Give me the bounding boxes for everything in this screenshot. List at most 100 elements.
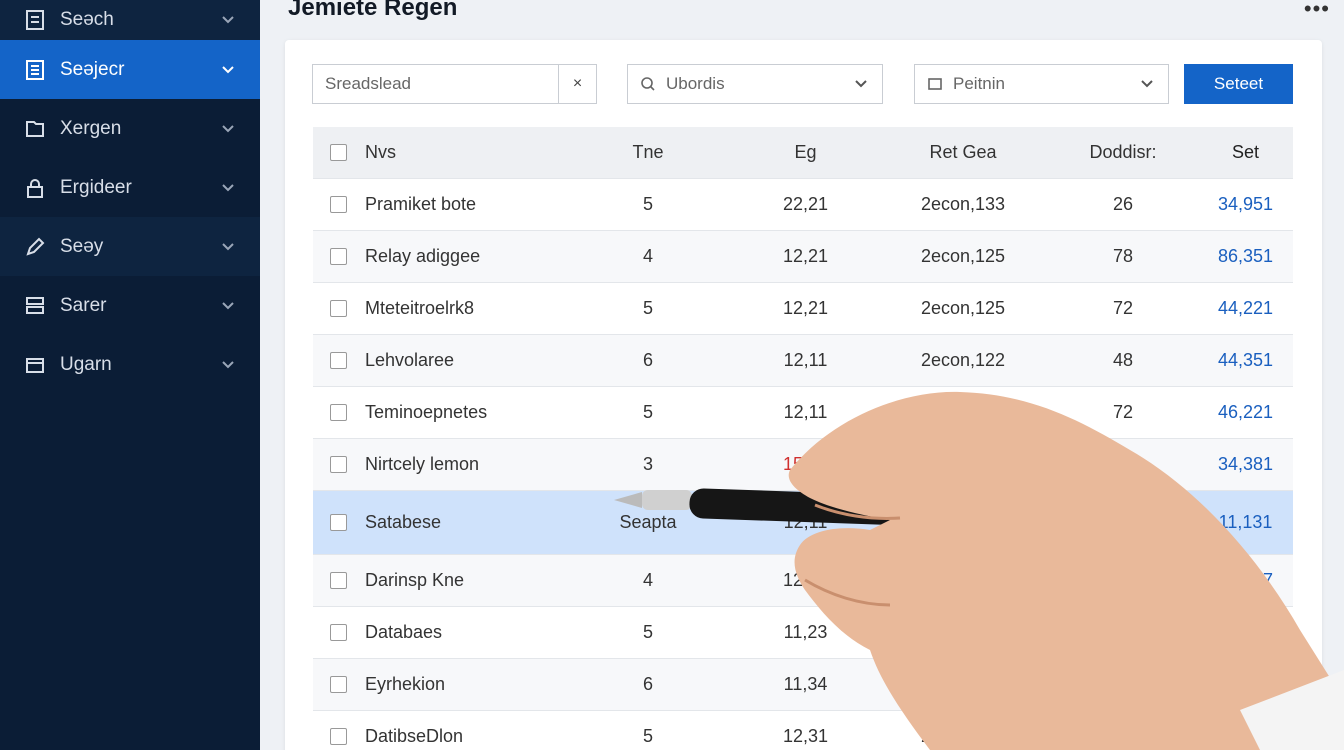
chevron-down-icon bbox=[218, 10, 238, 30]
sidebar-item-label: Ergideer bbox=[60, 176, 132, 198]
search-icon bbox=[640, 75, 658, 93]
table-cell: 4 bbox=[642, 246, 653, 266]
search-input[interactable]: Sreadslead bbox=[313, 74, 558, 94]
table-row[interactable]: Pramiket bote 5 22,21 2econ,133 26 34,951 bbox=[313, 179, 1293, 231]
sidebar-item-3[interactable]: Xergen bbox=[0, 99, 260, 158]
row-checkbox[interactable] bbox=[329, 514, 347, 531]
table-row[interactable]: Lehvolaree 6 12,11 2econ,122 48 44,351 bbox=[313, 335, 1293, 387]
column-header[interactable]: Eg bbox=[733, 142, 878, 163]
row-checkbox-cell bbox=[313, 352, 363, 369]
table-row[interactable]: Teminoepnetes 5 12,11 1 72 46,221 bbox=[313, 387, 1293, 439]
sidebar-item-5[interactable]: Seəy bbox=[0, 217, 260, 276]
row-checkbox[interactable] bbox=[329, 404, 347, 421]
table-cell: 3 bbox=[642, 454, 653, 474]
table-cell: DatibseDlon bbox=[365, 726, 464, 746]
table-cell: 72 bbox=[1112, 298, 1134, 318]
filter-dropdown-2[interactable]: Peitnin bbox=[914, 64, 1169, 104]
sidebar-item-7[interactable]: Ugarn bbox=[0, 335, 260, 394]
data-table: Nvs Tne Eg Ret Gea Doddisr: Set Pramiket… bbox=[313, 127, 1293, 750]
edit-icon bbox=[22, 234, 48, 260]
table-cell: 5 bbox=[642, 622, 653, 642]
main-card: Sreadslead × Ubordis Peitnin Seteet Nvs … bbox=[285, 40, 1322, 750]
filter-dropdown-1[interactable]: Ubordis bbox=[627, 64, 883, 104]
table-cell: 12,11 bbox=[783, 512, 828, 532]
table-cell: 48 bbox=[1112, 350, 1134, 370]
sidebar-item-active[interactable]: Seəjecr bbox=[0, 40, 260, 99]
table-cell: 2econ,133 bbox=[920, 194, 1006, 214]
table-cell: 11,23 bbox=[783, 622, 828, 642]
chevron-down-icon bbox=[218, 355, 238, 375]
table-cell: 15,57 bbox=[782, 454, 829, 474]
column-header[interactable]: Nvs bbox=[363, 142, 563, 163]
row-checkbox-cell bbox=[313, 514, 363, 531]
table-row[interactable]: Relay adiggee 4 12,21 2econ,125 78 86,351 bbox=[313, 231, 1293, 283]
table-row[interactable]: Eyrhekion 6 11,34 2 964 bbox=[313, 659, 1293, 711]
table-row[interactable]: Mteteitroelrk8 5 12,21 2econ,125 72 44,221 bbox=[313, 283, 1293, 335]
sidebar-item-label: Sarer bbox=[60, 294, 107, 316]
table-cell: 12,11 bbox=[783, 402, 828, 422]
table-cell: 12,21 bbox=[782, 570, 829, 590]
dropdown-1-value: Ubordis bbox=[666, 74, 725, 93]
table-cell: 34,381 bbox=[1217, 454, 1274, 474]
table-cell: 4 bbox=[642, 570, 653, 590]
table-cell: 26 bbox=[1112, 194, 1134, 214]
table-cell: Databaes bbox=[365, 622, 443, 642]
sidebar-item-label: Seəy bbox=[60, 235, 104, 257]
chevron-down-icon bbox=[218, 237, 238, 257]
table-cell: 964 bbox=[1230, 674, 1261, 694]
select-all-checkbox[interactable] bbox=[329, 144, 347, 161]
sidebar: Seəch Seəjecr Xergen Ergideer Seəy Sarer bbox=[0, 0, 260, 750]
table-row[interactable]: Nirtcely lemon 3 15,57 34,381 bbox=[313, 439, 1293, 491]
select-all-cell bbox=[313, 144, 363, 161]
row-checkbox[interactable] bbox=[329, 248, 347, 265]
sidebar-item-search[interactable]: Seəch bbox=[0, 0, 260, 40]
chevron-down-icon bbox=[218, 60, 238, 80]
table-cell: 2 bbox=[957, 674, 968, 694]
table-header-row: Nvs Tne Eg Ret Gea Doddisr: Set bbox=[313, 127, 1293, 179]
chevron-down-icon bbox=[1140, 79, 1156, 89]
search-box[interactable]: Sreadslead × bbox=[312, 64, 597, 104]
table-row[interactable]: DatibseDlon 5 12,31 2econ,123 bbox=[313, 711, 1293, 750]
column-header[interactable]: Doddisr: bbox=[1048, 142, 1198, 163]
column-header[interactable]: Tne bbox=[563, 142, 733, 163]
chevron-down-icon bbox=[218, 119, 238, 139]
table-row[interactable]: Databaes 5 11,23 34,861 bbox=[313, 607, 1293, 659]
row-checkbox-cell bbox=[313, 196, 363, 213]
table-cell: Mteteitroelrk8 bbox=[365, 298, 475, 318]
table-cell: 2econ,125 bbox=[920, 298, 1006, 318]
row-checkbox[interactable] bbox=[329, 676, 347, 693]
table-row[interactable]: Darinsp Kne 4 12,21 21,257 bbox=[313, 555, 1293, 607]
row-checkbox[interactable] bbox=[329, 352, 347, 369]
table-cell: Pramiket bote bbox=[365, 194, 477, 214]
clear-search-button[interactable]: × bbox=[558, 65, 596, 103]
row-checkbox-cell bbox=[313, 572, 363, 589]
table-cell: Lehvolaree bbox=[365, 350, 455, 370]
table-cell: Satabese bbox=[365, 512, 442, 532]
table-row-selected[interactable]: Satabese Seapta 12,11 11,131 bbox=[313, 491, 1293, 555]
column-header[interactable]: Ret Gea bbox=[878, 142, 1048, 163]
sidebar-item-6[interactable]: Sarer bbox=[0, 276, 260, 335]
more-options-button[interactable]: ••• bbox=[1304, 0, 1330, 22]
row-checkbox[interactable] bbox=[329, 728, 347, 745]
table-cell: 12,31 bbox=[782, 726, 829, 746]
table-cell: 5 bbox=[642, 298, 653, 318]
row-checkbox[interactable] bbox=[329, 196, 347, 213]
table-cell: 2econ,122 bbox=[920, 350, 1006, 370]
row-checkbox[interactable] bbox=[329, 300, 347, 317]
table-cell: 2econ,125 bbox=[920, 246, 1006, 266]
table-cell: 6 bbox=[642, 350, 653, 370]
row-checkbox[interactable] bbox=[329, 572, 347, 589]
table-cell: 21,257 bbox=[1217, 570, 1274, 590]
select-button[interactable]: Seteet bbox=[1184, 64, 1293, 104]
row-checkbox[interactable] bbox=[329, 624, 347, 641]
table-cell: Teminoepnetes bbox=[365, 402, 488, 422]
row-checkbox-cell bbox=[313, 728, 363, 745]
row-checkbox[interactable] bbox=[329, 456, 347, 473]
server-icon bbox=[22, 293, 48, 319]
sidebar-item-4[interactable]: Ergideer bbox=[0, 158, 260, 217]
column-header[interactable]: Set bbox=[1198, 142, 1293, 163]
table-cell: 11,131 bbox=[1218, 512, 1273, 532]
list-icon bbox=[22, 7, 48, 33]
row-checkbox-cell bbox=[313, 248, 363, 265]
table-cell: Eyrhekion bbox=[365, 674, 446, 694]
